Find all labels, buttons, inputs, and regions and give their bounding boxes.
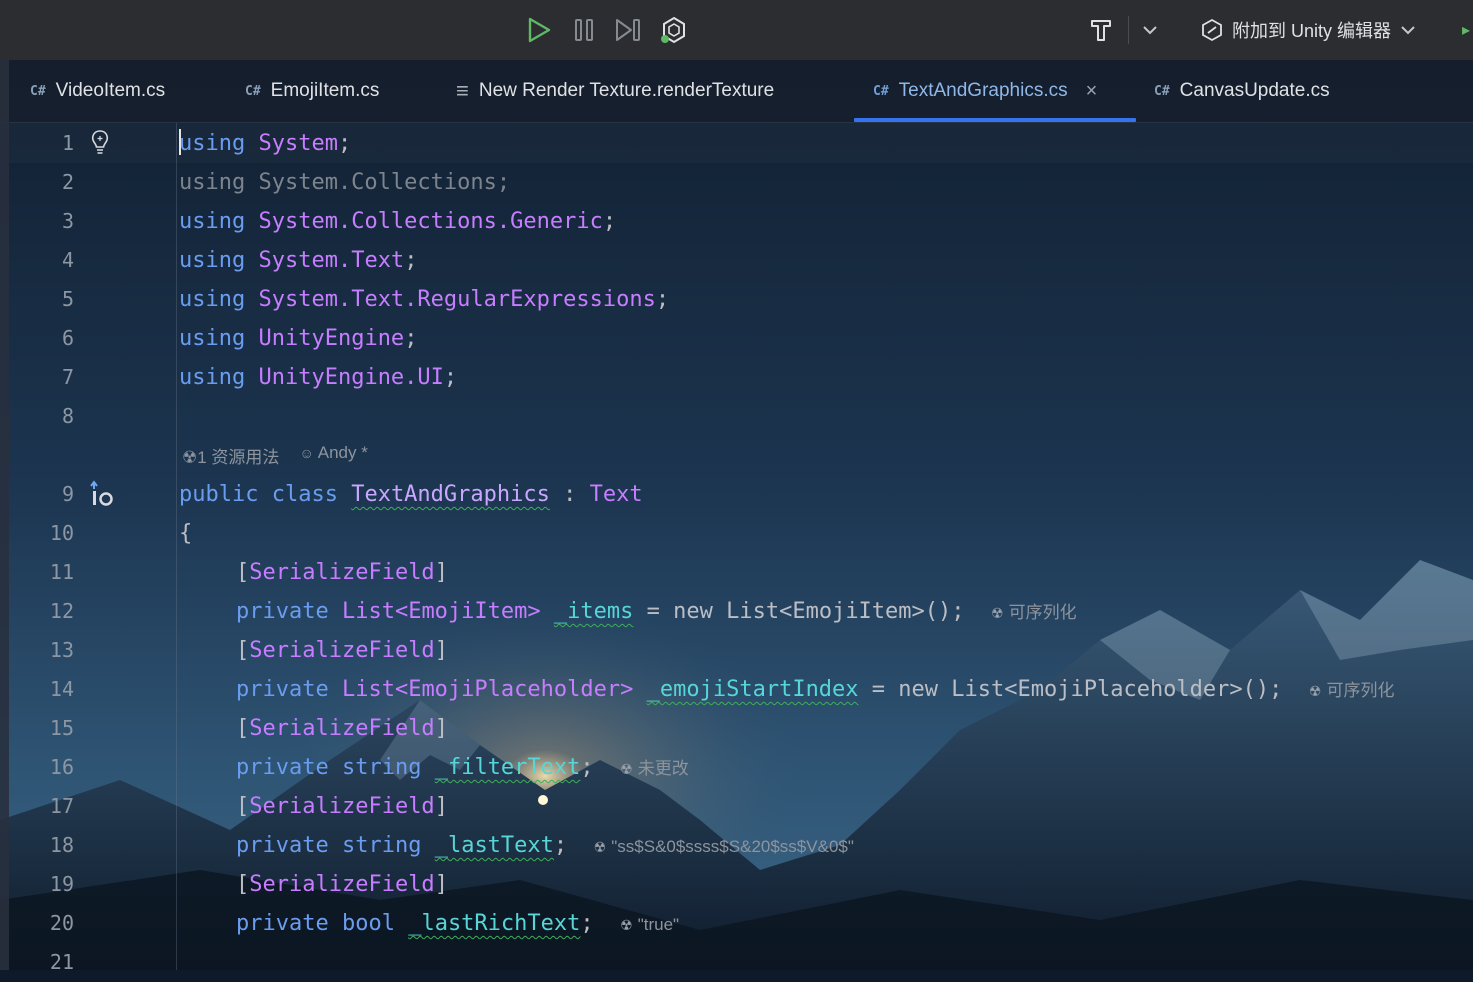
tab-textandgraphics[interactable]: C# TextAndGraphics.cs × [873, 60, 1097, 122]
line-number: 5 [61, 287, 74, 311]
line-number: 10 [49, 521, 74, 545]
unity-icon: ☢ [593, 839, 607, 855]
line-number: 7 [61, 365, 74, 389]
code-line-12[interactable]: private List<EmojiItem> _items = new Lis… [236, 592, 1077, 633]
left-tool-strip [0, 60, 9, 970]
code-line-7[interactable]: using UnityEngine.UI; [179, 358, 457, 397]
line-number: 2 [61, 170, 74, 194]
line-number: 11 [49, 560, 74, 584]
line-number: 18 [49, 833, 74, 857]
code-line-20[interactable]: private bool _lastRichText; ☢ "true" [236, 904, 679, 945]
tab-label: CanvasUpdate.cs [1179, 80, 1330, 101]
csharp-file-icon: C# [1154, 83, 1170, 99]
unity-debug-icon[interactable] [659, 14, 689, 46]
toolbar-separator [1128, 16, 1129, 44]
code-line-19[interactable]: [SerializeField] [236, 865, 448, 904]
usages-hint[interactable]: ☢1 资源用法 [182, 443, 279, 468]
implements-icon[interactable] [87, 479, 117, 509]
active-tab-indicator [854, 118, 1136, 122]
hammer-icon[interactable] [1086, 14, 1116, 46]
code-line-4[interactable]: using System.Text; [179, 241, 417, 280]
line-number: 6 [61, 326, 74, 350]
csharp-file-icon: C# [873, 83, 889, 99]
tab-label: New Render Texture.renderTexture [478, 80, 775, 101]
close-icon[interactable]: × [1086, 80, 1098, 103]
line-number: 8 [61, 404, 74, 428]
line-number: 15 [49, 716, 74, 740]
play-icon[interactable] [524, 14, 554, 46]
top-toolbar: 附加到 Unity 编辑器 ▸ [0, 0, 1473, 61]
attach-to-unity-dropdown[interactable]: 附加到 Unity 编辑器 [1200, 14, 1417, 46]
code-line-17[interactable]: [SerializeField] [236, 787, 448, 826]
code-editor[interactable]: 1 2 3 4 5 6 7 8 9 10 11 12 13 14 15 16 1… [9, 123, 1473, 974]
step-icon[interactable] [613, 14, 643, 46]
csharp-file-icon: C# [245, 83, 261, 99]
code-line-10[interactable]: { [179, 514, 192, 553]
line-number: 16 [49, 755, 74, 779]
line-number: 12 [49, 599, 74, 623]
tab-canvasupdate[interactable]: C# CanvasUpdate.cs [1154, 60, 1330, 122]
unity-icon: ☢ [991, 605, 1004, 621]
line-number: 14 [49, 677, 74, 701]
editor-tab-bar: C# VideoItem.cs C# EmojiItem.cs ≡ New Re… [0, 60, 1473, 123]
pause-icon[interactable] [569, 14, 599, 46]
gutter-divider [176, 123, 177, 970]
unity-attach-icon [1202, 18, 1222, 42]
line-number: 13 [49, 638, 74, 662]
code-line-9[interactable]: public class TextAndGraphics : Text [179, 475, 643, 514]
code-line-11[interactable]: [SerializeField] [236, 553, 448, 592]
line-number: 4 [61, 248, 74, 272]
code-line-18[interactable]: private string _lastText; ☢ "ss$S&0$ssss$… [236, 826, 854, 867]
line-number: 3 [61, 209, 74, 233]
unity-icon: ☢ [620, 917, 633, 933]
unity-icon: ☢ [620, 761, 633, 777]
line-number: 17 [49, 794, 74, 818]
tab-render-texture[interactable]: ≡ New Render Texture.renderTexture [456, 60, 774, 122]
tab-label: EmojiItem.cs [270, 80, 380, 101]
csharp-file-icon: C# [30, 83, 46, 99]
code-line-6[interactable]: using UnityEngine; [179, 319, 417, 358]
tab-label: VideoItem.cs [55, 80, 166, 101]
code-line-2[interactable]: using System.Collections; [179, 163, 510, 202]
code-lens[interactable]: ☢1 资源用法 ☺ Andy * [182, 443, 368, 468]
line-number: 19 [49, 872, 74, 896]
code-line-15[interactable]: [SerializeField] [236, 709, 448, 748]
person-icon: ☺ [299, 445, 314, 461]
attach-label: 附加到 Unity 编辑器 [1232, 21, 1392, 41]
line-number: 21 [49, 950, 74, 974]
tab-emojiitem[interactable]: C# EmojiItem.cs [245, 60, 379, 122]
lightbulb-icon[interactable] [89, 129, 111, 157]
text-file-icon: ≡ [456, 78, 469, 103]
run-indicator-icon: ▸ [1462, 22, 1471, 39]
tab-label: TextAndGraphics.cs [898, 80, 1068, 101]
chevron-down-icon[interactable] [1135, 14, 1165, 46]
code-line-1[interactable]: using System; [179, 124, 351, 163]
unity-icon: ☢ [182, 448, 198, 467]
code-line-13[interactable]: [SerializeField] [236, 631, 448, 670]
author-hint[interactable]: ☺ Andy * [299, 443, 367, 468]
chevron-down-icon [1401, 26, 1415, 35]
line-number: 20 [49, 911, 74, 935]
code-line-3[interactable]: using System.Collections.Generic; [179, 202, 616, 241]
code-line-14[interactable]: private List<EmojiPlaceholder> _emojiSta… [236, 670, 1394, 711]
line-number: 1 [61, 131, 74, 155]
tab-videoitem[interactable]: C# VideoItem.cs [30, 60, 165, 122]
code-line-16[interactable]: private string _filterText; ☢ 未更改 [236, 748, 689, 789]
unity-icon: ☢ [1308, 683, 1322, 699]
line-number: 9 [61, 482, 74, 506]
code-line-5[interactable]: using System.Text.RegularExpressions; [179, 280, 669, 319]
